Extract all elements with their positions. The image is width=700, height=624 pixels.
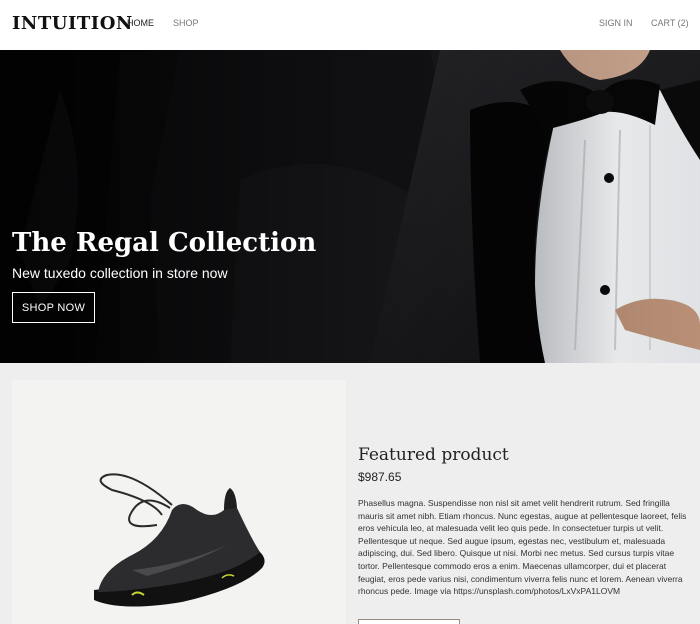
hero-subtitle: New tuxedo collection in store now <box>12 265 228 281</box>
nav-shop-link[interactable]: SHOP <box>173 18 199 28</box>
featured-product-section: Featured product $987.65 Phasellus magna… <box>0 363 700 624</box>
nav-home-link[interactable]: HOME <box>127 18 154 28</box>
hero-banner: The Regal Collection New tuxedo collecti… <box>0 50 700 363</box>
featured-product-button[interactable] <box>358 619 460 624</box>
hero-tuxedo-image <box>0 50 700 363</box>
site-logo[interactable]: INTUITION <box>12 13 133 34</box>
nav-sign-in-link[interactable]: SIGN IN <box>599 18 633 28</box>
shop-now-button[interactable]: SHOP NOW <box>12 292 95 323</box>
featured-product-image[interactable] <box>12 380 346 624</box>
hero-title: The Regal Collection <box>12 228 317 258</box>
featured-product-description: Phasellus magna. Suspendisse non nisl si… <box>358 498 687 597</box>
site-header: INTUITION HOME SHOP SIGN IN CART (2) <box>0 0 700 50</box>
featured-product-heading: Featured product <box>358 445 509 465</box>
featured-product-price: $987.65 <box>358 470 402 484</box>
sneaker-image <box>12 380 346 624</box>
nav-cart-link[interactable]: CART (2) <box>651 18 689 28</box>
